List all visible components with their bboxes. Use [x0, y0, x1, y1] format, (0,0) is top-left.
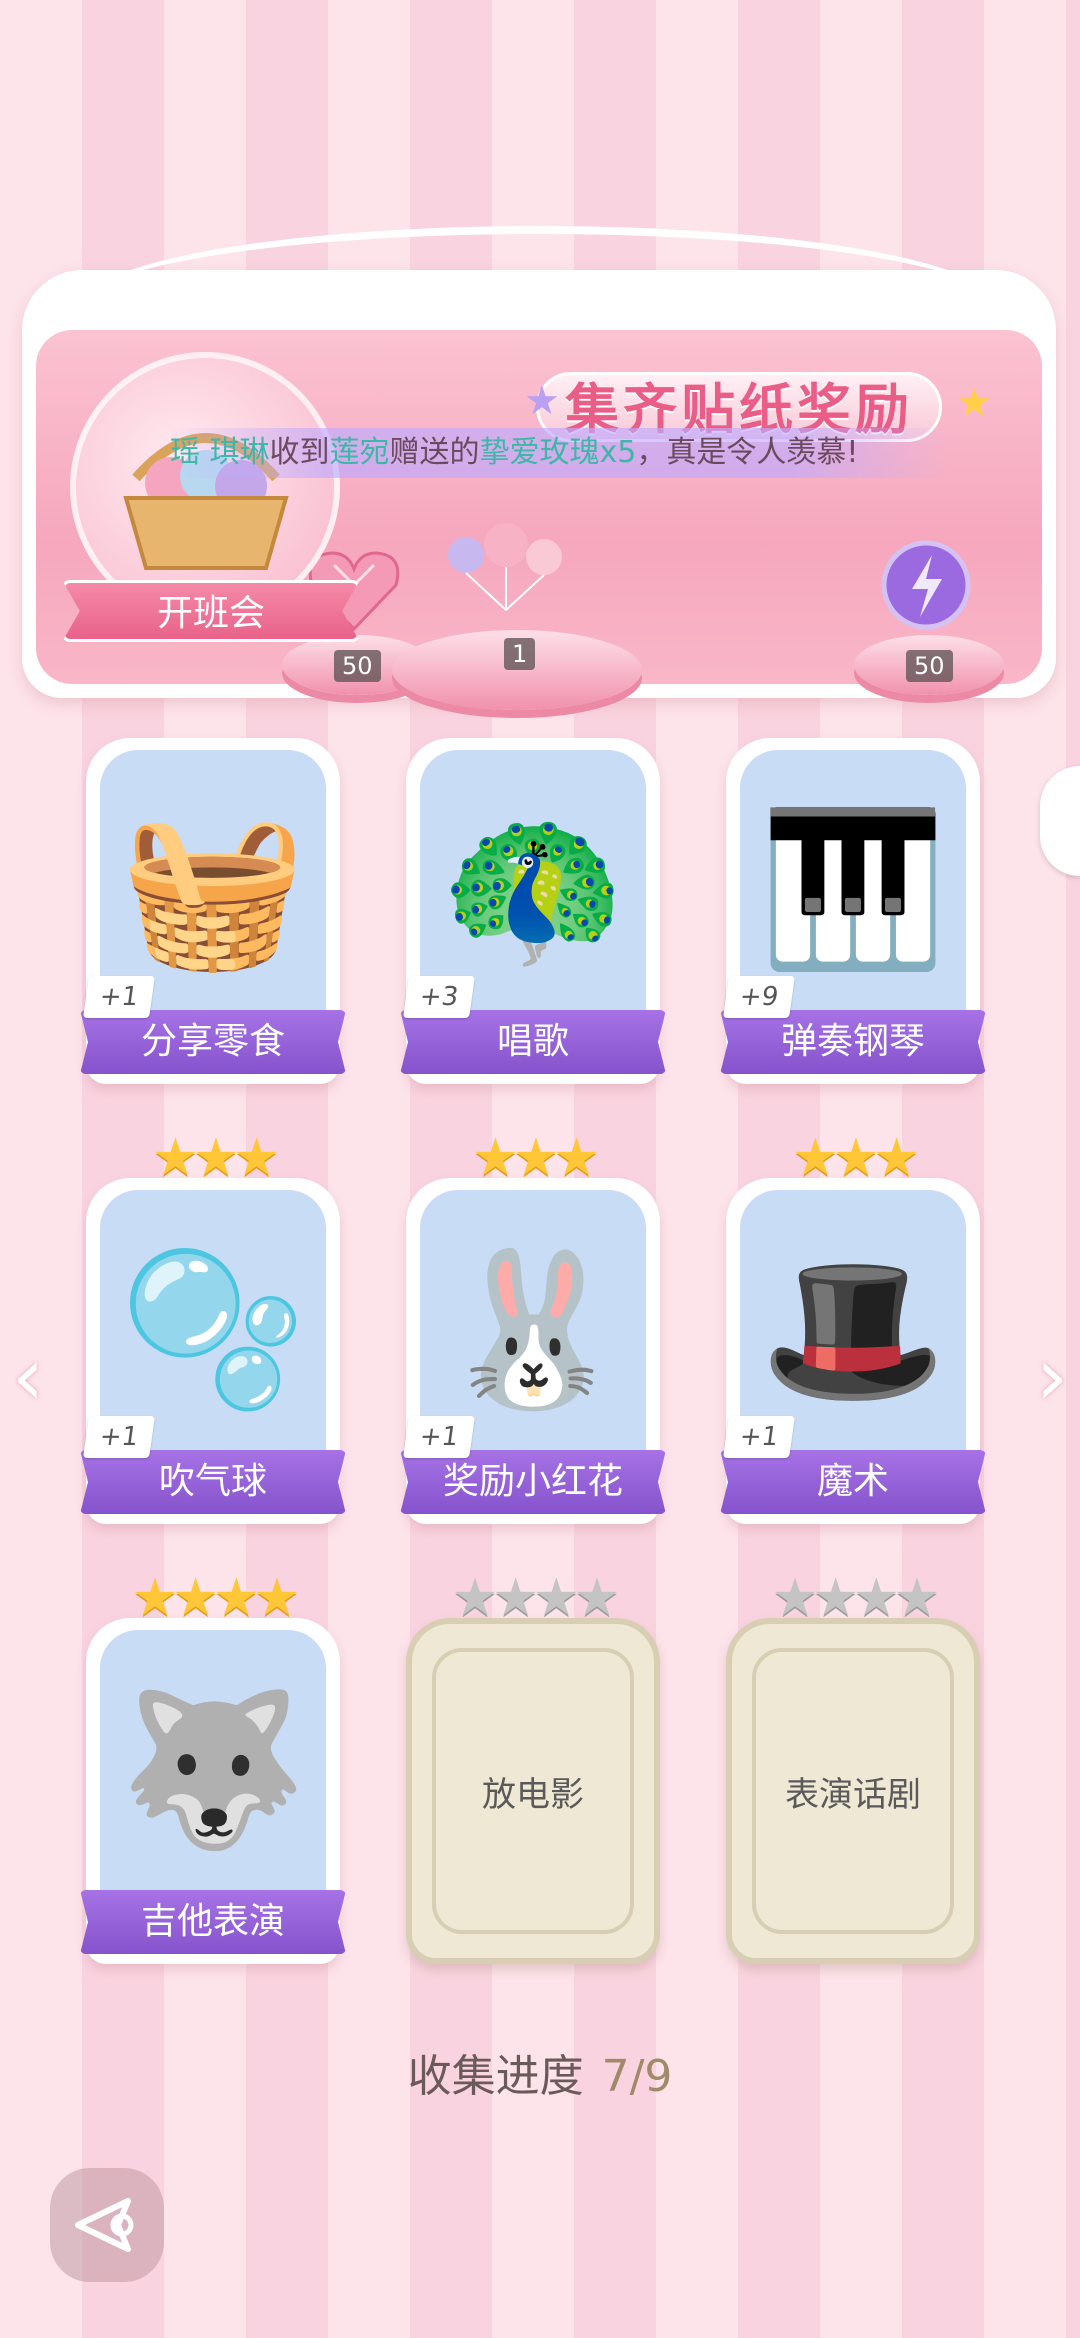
- locked-card-label: 表演话剧: [752, 1648, 954, 1934]
- card-label: 奖励小红花: [400, 1450, 666, 1514]
- card-label: 弹奏钢琴: [720, 1010, 986, 1074]
- reward-count: 50: [906, 650, 953, 682]
- sticker-card[interactable]: 🐰 奖励小红花 +1 ★★★: [400, 1128, 666, 1524]
- count-badge: +3: [403, 976, 475, 1018]
- wolf-guitar-icon: 🐺: [119, 1683, 307, 1857]
- peacock-icon: 🦚: [439, 803, 627, 977]
- broadcast-text: 赠送的: [389, 435, 480, 470]
- broadcast-gift: 挚爱玫瑰x5: [479, 435, 637, 470]
- sticker-card[interactable]: 🫧 吹气球 +1 ★★★: [80, 1128, 346, 1524]
- count-badge: +9: [723, 976, 795, 1018]
- rating-stars: ★★★★: [131, 1568, 300, 1628]
- balloons-icon: [436, 515, 562, 611]
- piano-boy-icon: 🎹: [759, 803, 947, 977]
- count-badge: +1: [403, 1416, 475, 1458]
- broadcast-giver: 莲宛: [329, 435, 390, 470]
- rating-stars: ★★★★: [451, 1568, 620, 1628]
- back-arrow-icon: [75, 2198, 134, 2252]
- back-button[interactable]: [50, 2168, 164, 2282]
- sticker-card[interactable]: 🎩 魔术 +1 ★★★: [720, 1128, 986, 1524]
- gift-broadcast-marquee: 瑶 琪琳收到莲宛赠送的挚爱玫瑰x5，真是令人羡慕!: [170, 428, 950, 478]
- card-label: 魔术: [720, 1450, 986, 1514]
- sticker-card[interactable]: 放电影 ★★★★: [406, 1568, 660, 1964]
- progress-value: 7/9: [601, 2051, 673, 2102]
- energy-orb-icon: [876, 535, 976, 630]
- sticker-card[interactable]: 🐺 吉他表演 ★★★★: [80, 1568, 346, 1964]
- sticker-card[interactable]: 🎹 弹奏钢琴 +9: [720, 728, 986, 1084]
- snack-basket-icon: 🧺: [119, 803, 307, 977]
- reward-count: 50: [334, 650, 381, 682]
- reward-count: 1: [504, 638, 536, 670]
- star-icon: ★: [524, 378, 560, 424]
- card-label: 吉他表演: [80, 1890, 346, 1954]
- locked-card-label: 放电影: [432, 1648, 634, 1934]
- rating-stars: ★★★★: [771, 1568, 940, 1628]
- sticker-card[interactable]: 表演话剧 ★★★★: [726, 1568, 980, 1964]
- locked-card-frame: 表演话剧: [726, 1618, 980, 1964]
- star-icon: ★: [956, 380, 992, 426]
- bubble-boy-icon: 🫧: [119, 1243, 307, 1417]
- collection-progress: 收集进度 7/9: [0, 2040, 1080, 2104]
- locked-card-frame: 放电影: [406, 1618, 660, 1964]
- chevron-right-icon[interactable]: ›: [1036, 1330, 1068, 1423]
- sticker-card[interactable]: 🦚 唱歌 +3: [400, 728, 666, 1084]
- broadcast-sender: 瑶 琪琳: [170, 435, 270, 470]
- card-label: 吹气球: [80, 1450, 346, 1514]
- card-illustration: 🐺: [100, 1630, 326, 1910]
- panel-arch: [82, 226, 996, 306]
- rating-stars: ★★★: [152, 1128, 280, 1188]
- count-badge: +1: [83, 976, 155, 1018]
- magician-icon: 🎩: [759, 1243, 947, 1417]
- broadcast-text: 收到: [269, 435, 330, 470]
- card-label: 唱歌: [400, 1010, 666, 1074]
- sticker-card[interactable]: 🧺 分享零食 +1: [80, 728, 346, 1084]
- progress-label: 收集进度: [407, 2051, 584, 2102]
- rating-stars: ★★★: [472, 1128, 600, 1188]
- count-badge: +1: [83, 1416, 155, 1458]
- snack-basket-icon: [123, 433, 289, 570]
- rating-stars: ★★★: [792, 1128, 920, 1188]
- chevron-left-icon[interactable]: ‹: [12, 1330, 44, 1423]
- count-badge: +1: [723, 1416, 795, 1458]
- card-label: 分享零食: [80, 1010, 346, 1074]
- bunny-flower-icon: 🐰: [439, 1243, 627, 1417]
- side-live-tab[interactable]: [1040, 766, 1080, 876]
- class-meeting-button[interactable]: 开班会: [62, 580, 360, 642]
- broadcast-text: ，真是令人羡慕!: [636, 435, 859, 470]
